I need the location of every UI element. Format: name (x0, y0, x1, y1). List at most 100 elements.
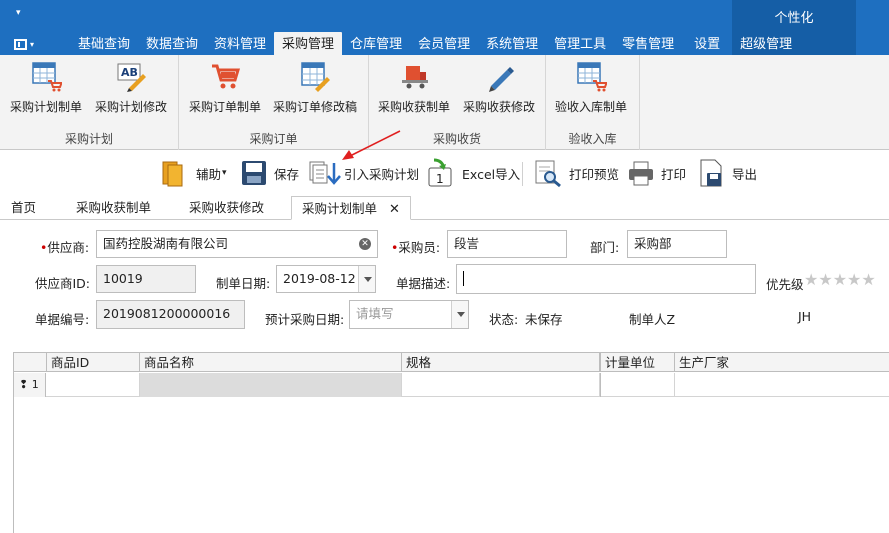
buyer-label: •采购员: (391, 240, 441, 255)
doc-tab-plan-create[interactable]: 采购计划制单 ✕ (291, 196, 411, 220)
pencil-icon (483, 60, 515, 92)
status-label: 状态: (489, 312, 519, 327)
purchase-plan-create-label: 采购计划制单 (10, 100, 83, 114)
tab-super-management[interactable]: 超级管理 (732, 32, 800, 55)
column-header-manufacturer[interactable]: 生产厂家 (675, 353, 889, 372)
doc-tab-plan-create-label: 采购计划制单 (302, 201, 378, 216)
purchase-plan-edit-label: 采购计划修改 (95, 100, 168, 114)
books-icon (162, 161, 183, 187)
annotation-arrow (342, 130, 401, 160)
tab-basic-query[interactable]: 基础查询 (70, 32, 138, 55)
date-picker[interactable]: 2019-08-12 (276, 265, 376, 293)
table-row[interactable]: ❢ 1 (14, 373, 889, 397)
tab-member-management[interactable]: 会员管理 (410, 32, 478, 55)
grid-header: 商品ID 商品名称 规格 计量单位 生产厂家 (14, 353, 889, 372)
ribbon-group-plan: 采购计划制单 AB 采购计划修改 采购计划 (0, 55, 179, 150)
ab-edit-icon: AB (115, 60, 147, 92)
personalize-label: 个性化 (774, 11, 814, 26)
excel-import-icon: 1 (428, 158, 452, 187)
purchase-plan-edit-button[interactable]: AB 采购计划修改 (95, 60, 167, 115)
text-caret (463, 271, 464, 286)
purchase-plan-create-button[interactable]: 采购计划制单 (10, 60, 82, 115)
close-icon[interactable]: ✕ (389, 202, 400, 217)
expected-date-placeholder: 请填写 (356, 306, 394, 321)
svg-text:AB: AB (121, 66, 138, 79)
excel-import-label: Excel导入 (462, 166, 521, 182)
print-preview-button[interactable]: 打印预览 (533, 158, 619, 188)
priority-label: 优先级 (766, 277, 804, 292)
maker-label: 制单人Z (629, 312, 676, 327)
chevron-down-icon: ▾ (222, 168, 227, 178)
delivery-truck-icon (398, 60, 430, 92)
tab-management-tools[interactable]: 管理工具 (546, 32, 614, 55)
save-icon (242, 161, 266, 185)
date-label: 制单日期: (216, 276, 271, 291)
clear-icon[interactable]: ✕ (359, 238, 371, 250)
column-header-spec[interactable]: 规格 (402, 353, 600, 372)
grid-cart-icon (30, 60, 63, 92)
doc-tab-receive-create[interactable]: 采购收获制单 (76, 196, 151, 220)
desc-input[interactable] (456, 264, 756, 294)
purchase-order-edit-button[interactable]: 采购订单修改稿 (273, 60, 357, 115)
dept-field[interactable]: 采购部 (627, 230, 727, 258)
cell-product-name[interactable] (140, 373, 402, 397)
desc-label: 单据描述: (396, 276, 451, 291)
print-button[interactable]: 打印 (627, 158, 686, 188)
table-edit-icon (299, 60, 331, 92)
cell-manufacturer[interactable] (675, 373, 889, 397)
export-button[interactable]: 导出 (698, 158, 757, 188)
status-value: 未保存 (525, 312, 563, 327)
buyer-field[interactable]: 段訔 (447, 230, 567, 258)
tab-warehouse-management[interactable]: 仓库管理 (342, 32, 410, 55)
date-value: 2019-08-12 (283, 271, 356, 286)
row-indicator[interactable]: ❢ 1 (14, 373, 46, 397)
cell-unit[interactable] (600, 373, 675, 397)
supplier-id-value: 10019 (103, 271, 143, 286)
export-label: 导出 (732, 166, 758, 182)
column-header-product-name[interactable]: 商品名称 (140, 353, 402, 372)
quick-access-dropdown[interactable]: ▾ (16, 8, 21, 18)
purchase-receive-create-label: 采购收获制单 (378, 100, 451, 114)
save-button[interactable]: 保存 (240, 158, 299, 188)
tab-purchase-management[interactable]: 采购管理 (274, 32, 343, 55)
column-header-unit[interactable]: 计量单位 (600, 353, 675, 372)
supplier-id-label: 供应商ID: (35, 276, 91, 291)
app-menu-button[interactable]: ▾ (14, 36, 48, 52)
inbound-create-label: 验收入库制单 (555, 100, 628, 114)
purchase-order-create-label: 采购订单制单 (189, 100, 262, 114)
expected-date-picker[interactable]: 请填写 (349, 300, 469, 329)
toolbar-separator (522, 162, 523, 186)
ribbon-panel: 采购计划制单 AB 采购计划修改 采购计划 采购订单制单 采购订单修改稿 采购订… (0, 55, 889, 150)
purchase-order-create-button[interactable]: 采购订单制单 (189, 60, 261, 115)
tab-system-management[interactable]: 系统管理 (478, 32, 546, 55)
priority-star-rating[interactable]: ★★★★★ (804, 270, 876, 289)
doc-tab-receive-edit[interactable]: 采购收获修改 (189, 196, 264, 220)
doc-no-label: 单据编号: (35, 312, 90, 327)
cell-product-id[interactable] (47, 373, 140, 397)
tab-data-query[interactable]: 数据查询 (138, 32, 206, 55)
assist-button[interactable]: 辅助 ▾ (160, 158, 227, 188)
tab-resource-management[interactable]: 资料管理 (206, 32, 274, 55)
maker-value: JH (798, 309, 812, 324)
doc-tab-home[interactable]: 首页 (11, 196, 36, 220)
buyer-value: 段訔 (454, 236, 480, 251)
supplier-field[interactable]: 国药控股湖南有限公司 ✕ (96, 230, 378, 258)
excel-import-button[interactable]: 1 Excel导入 (426, 158, 520, 188)
svg-text:1: 1 (436, 172, 444, 186)
ribbon-group-label-plan: 采购计划 (64, 132, 113, 146)
chevron-down-icon[interactable] (451, 301, 468, 328)
chevron-down-icon[interactable] (358, 266, 375, 292)
supplier-value: 国药控股湖南有限公司 (103, 236, 229, 251)
cell-spec[interactable] (402, 373, 600, 397)
tab-settings[interactable]: 设置 (686, 32, 728, 55)
ribbon-tab-bar: ▾ 个性化 ▾ 基础查询 数据查询 资料管理 采购管理 仓库管理 会员管理 系统… (0, 0, 889, 55)
doc-no-value: 2019081200000016 (103, 306, 231, 321)
product-grid: 商品ID 商品名称 规格 计量单位 生产厂家 ❢ 1 (13, 352, 889, 533)
purchase-receive-edit-button[interactable]: 采购收获修改 (463, 60, 535, 115)
inbound-create-button[interactable]: 验收入库制单 (555, 60, 627, 115)
tab-retail-management[interactable]: 零售管理 (614, 32, 682, 55)
column-header-product-id[interactable]: 商品ID (47, 353, 140, 372)
shopping-cart-icon (209, 60, 241, 92)
purchase-receive-create-button[interactable]: 采购收获制单 (378, 60, 450, 115)
print-label: 打印 (661, 166, 687, 182)
